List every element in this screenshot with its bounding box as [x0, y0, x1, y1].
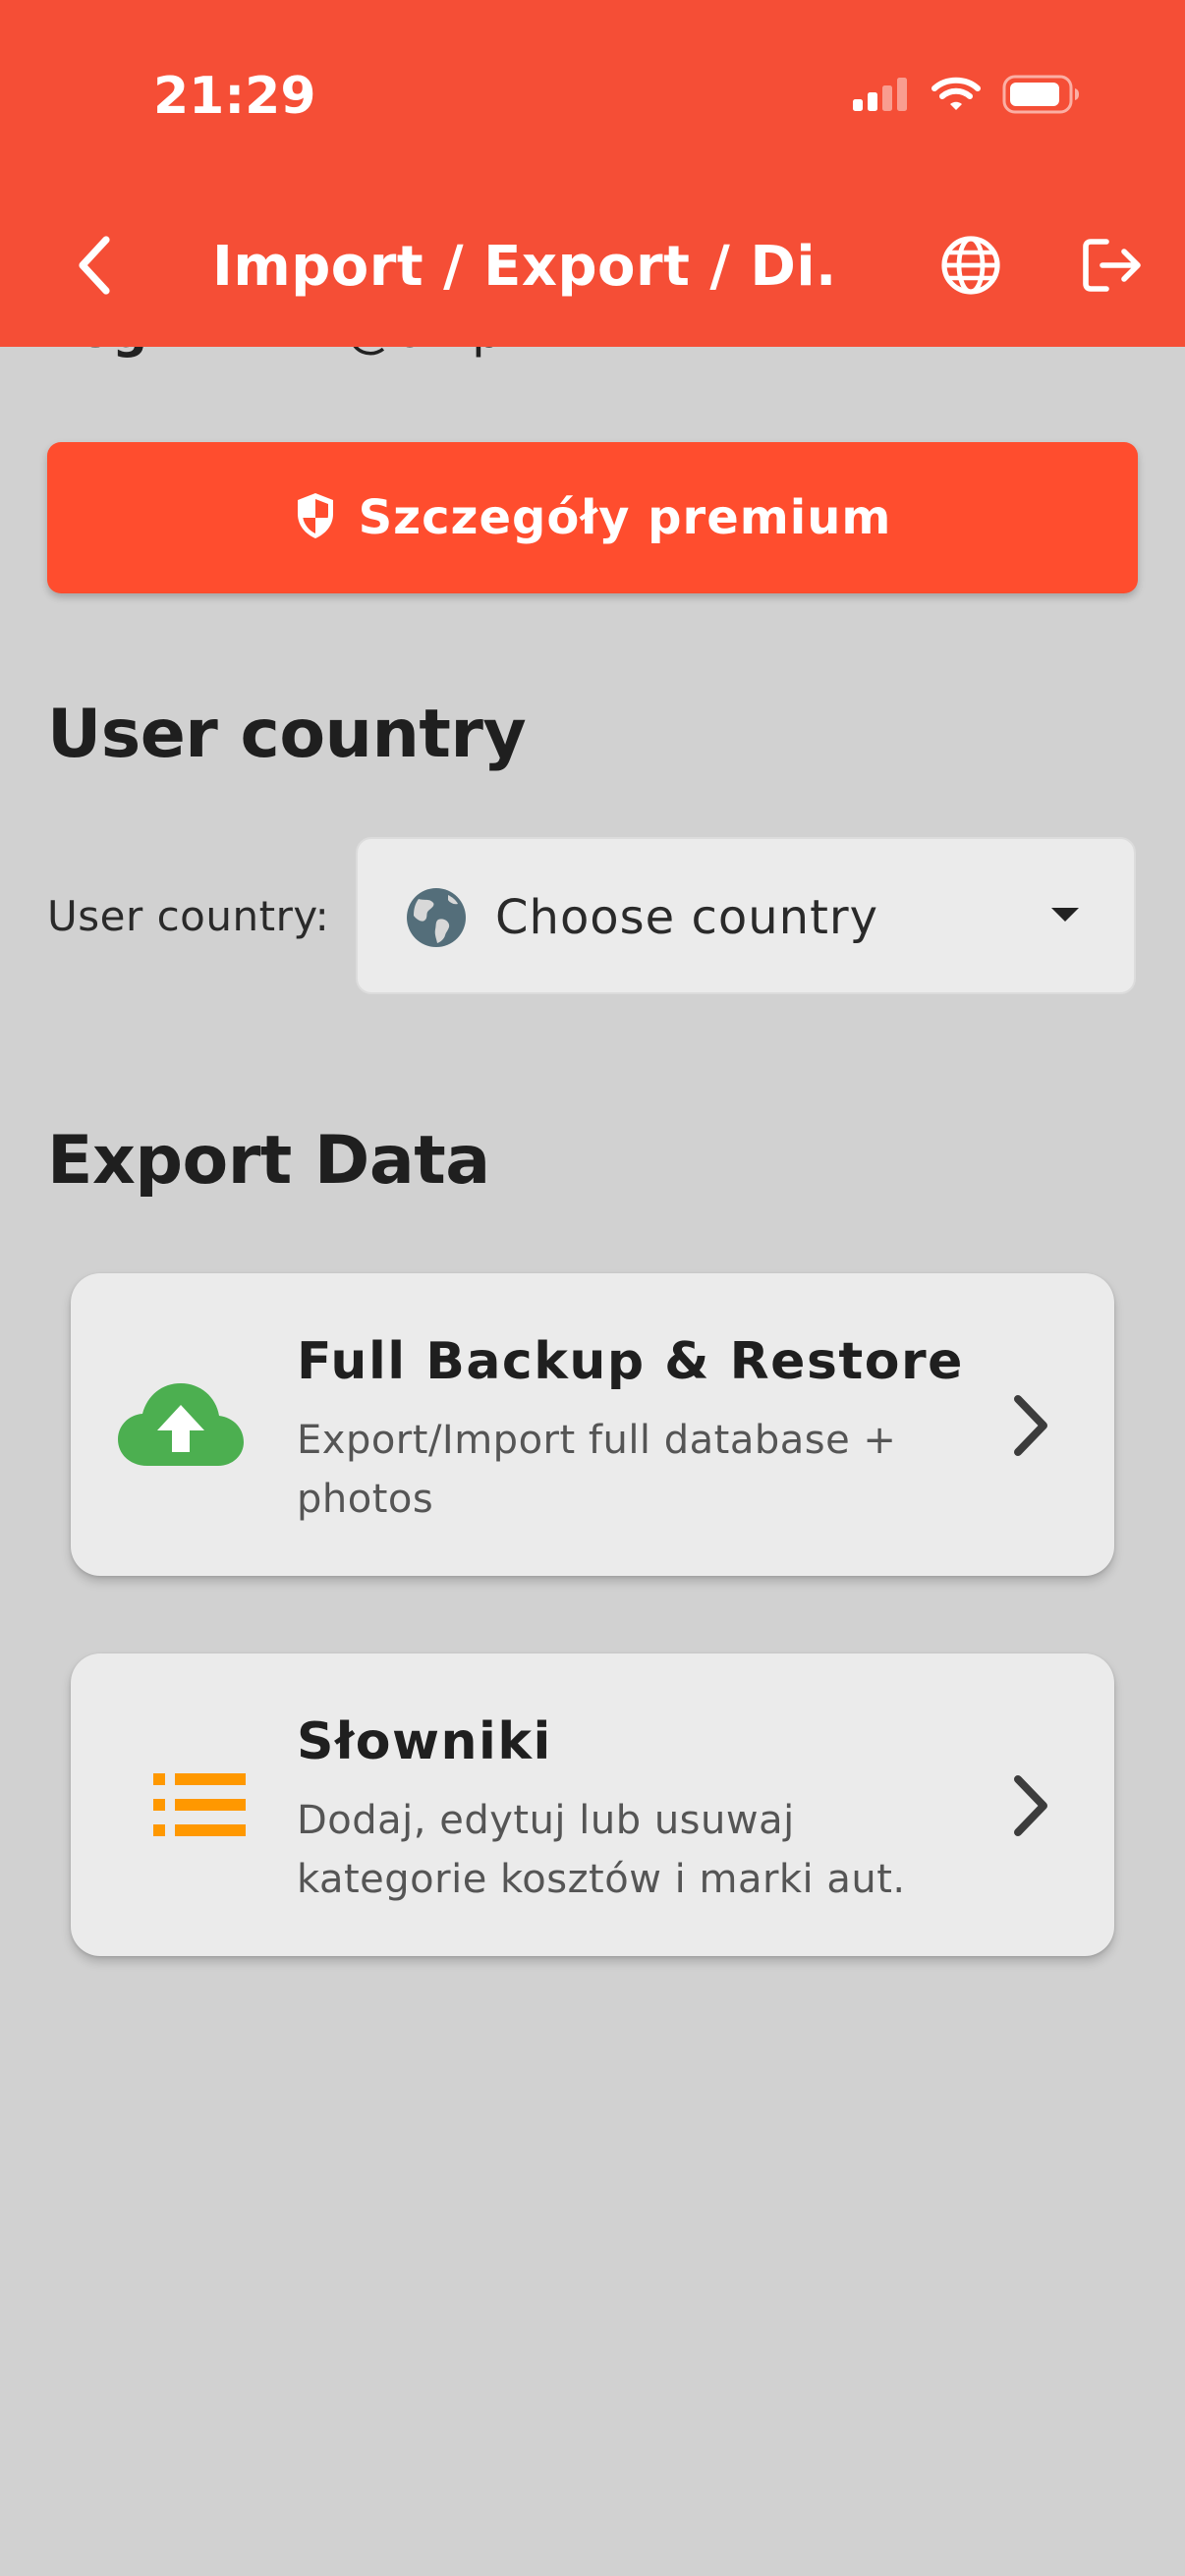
chevron-right-icon	[998, 1391, 1057, 1460]
dictionaries-card[interactable]: Słowniki Dodaj, edytuj lub usuwaj katego…	[71, 1653, 1114, 1956]
page-title: Import / Export / Di...	[212, 236, 841, 299]
chevron-left-icon	[73, 234, 116, 301]
cellular-signal-icon	[853, 78, 910, 115]
globe-icon	[939, 234, 1002, 301]
app-header: 21:29 Import / Export / Di...	[0, 0, 1185, 347]
back-button[interactable]	[57, 230, 132, 305]
premium-details-label: Szczegóły premium	[358, 490, 892, 545]
card-subtitle: Dodaj, edytuj lub usuwaj kategorie koszt…	[297, 1798, 906, 1902]
battery-icon	[1002, 75, 1081, 118]
list-icon	[114, 1756, 248, 1854]
card-title: Full Backup & Restore	[297, 1332, 964, 1391]
logout-icon	[1081, 236, 1144, 299]
shield-icon	[294, 491, 337, 544]
logout-button[interactable]	[1077, 232, 1148, 303]
country-select-value: Choose country	[495, 890, 879, 945]
status-icons	[853, 73, 1081, 120]
dropdown-caret-icon	[1051, 908, 1079, 922]
full-backup-restore-card[interactable]: Full Backup & Restore Export/Import full…	[71, 1273, 1114, 1576]
globe-icon	[405, 886, 468, 949]
wifi-icon	[931, 77, 981, 116]
card-subtitle: Export/Import full database + photos	[297, 1418, 897, 1522]
language-button[interactable]	[935, 232, 1006, 303]
card-title: Słowniki	[297, 1712, 552, 1771]
status-time: 21:29	[153, 67, 316, 126]
cloud-upload-icon	[114, 1375, 248, 1474]
export-data-heading: Export Data	[47, 1122, 490, 1200]
nav-row: Import / Export / Di...	[0, 218, 1185, 316]
country-select[interactable]: Choose country	[356, 837, 1136, 994]
user-country-label: User country:	[47, 892, 330, 940]
user-country-heading: User country	[47, 696, 527, 773]
chevron-right-icon	[998, 1771, 1057, 1840]
premium-details-button[interactable]: Szczegóły premium	[47, 442, 1138, 593]
